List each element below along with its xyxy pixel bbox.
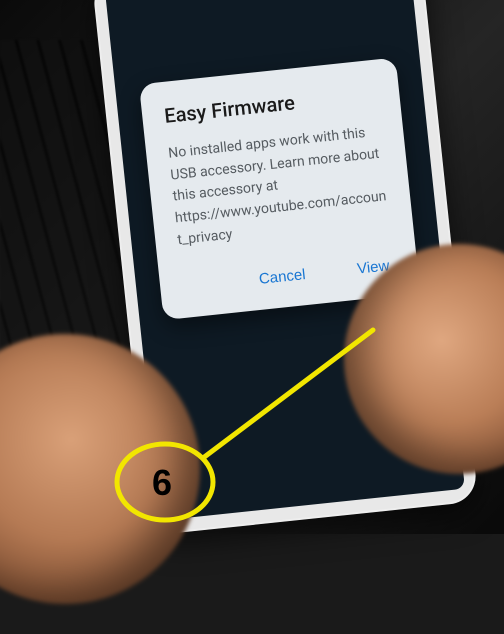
cancel-button[interactable]: Cancel — [256, 260, 309, 294]
dialog-title: Easy Firmware — [163, 81, 380, 127]
dialog-body: No installed apps work with this USB acc… — [167, 121, 393, 251]
